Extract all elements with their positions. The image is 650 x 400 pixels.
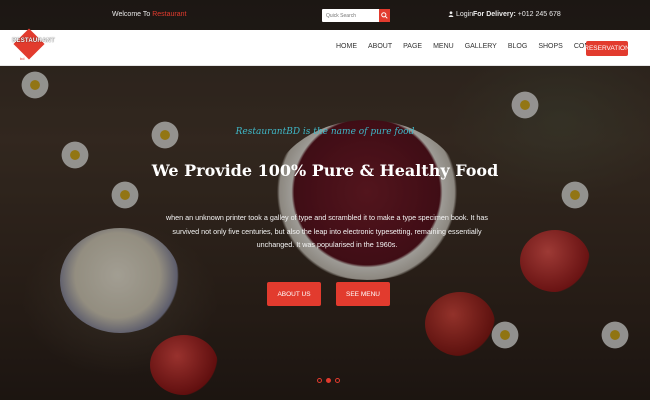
welcome-text: Welcome To Restaurant (112, 11, 186, 18)
see-menu-button[interactable]: SEE MENU (336, 282, 390, 306)
main-navbar: RESTAURANT bd HOME ABOUT PAGE MENU GALLE… (0, 28, 650, 66)
search-box (322, 9, 390, 22)
hero-tagline: RestaurantBD is the name of pure food (235, 127, 415, 137)
reservation-button[interactable]: RESERVATION (584, 41, 630, 56)
nav-item-blog[interactable]: BLOG (508, 43, 527, 50)
search-icon (381, 12, 388, 19)
delivery-label: For Delivery: (473, 11, 516, 18)
nav-item-page[interactable]: PAGE (403, 43, 422, 50)
nav-item-about[interactable]: ABOUT (368, 43, 392, 50)
logo-name: RESTAURANT (12, 38, 55, 44)
top-bar: Welcome To Restaurant Login For Delivery… (0, 0, 650, 30)
search-button[interactable] (379, 9, 390, 22)
slider-dots (317, 378, 340, 383)
logo-diamond-icon (13, 28, 45, 60)
slider-dot[interactable] (335, 378, 340, 383)
slider-dot-active[interactable] (326, 378, 331, 383)
search-input[interactable] (322, 9, 379, 22)
nav-item-gallery[interactable]: GALLERY (465, 43, 497, 50)
login-label: Login (455, 11, 474, 18)
nav-item-home[interactable]: HOME (336, 43, 357, 50)
delivery-phone: +012 245 678 (517, 11, 561, 18)
restaurant-logo[interactable]: RESTAURANT bd (10, 28, 55, 65)
nav-item-menu[interactable]: MENU (433, 43, 454, 50)
login-link[interactable]: Login (448, 11, 473, 18)
hero-headline: We Provide 100% Pure & Healthy Food (151, 161, 499, 180)
hero-description: when an unknown printer took a galley of… (165, 213, 489, 249)
user-icon (448, 11, 454, 17)
nav-menu: HOME ABOUT PAGE MENU GALLERY BLOG SHOPS … (336, 43, 618, 50)
logo-sub: bd (20, 56, 25, 61)
delivery-info: For Delivery: +012 245 678 (473, 11, 561, 18)
welcome-accent: Restaurant (152, 11, 187, 18)
welcome-prefix: Welcome To (112, 11, 151, 18)
about-us-button[interactable]: ABOUT US (267, 282, 321, 306)
nav-item-shops[interactable]: SHOPS (538, 43, 563, 50)
slider-dot[interactable] (317, 378, 322, 383)
